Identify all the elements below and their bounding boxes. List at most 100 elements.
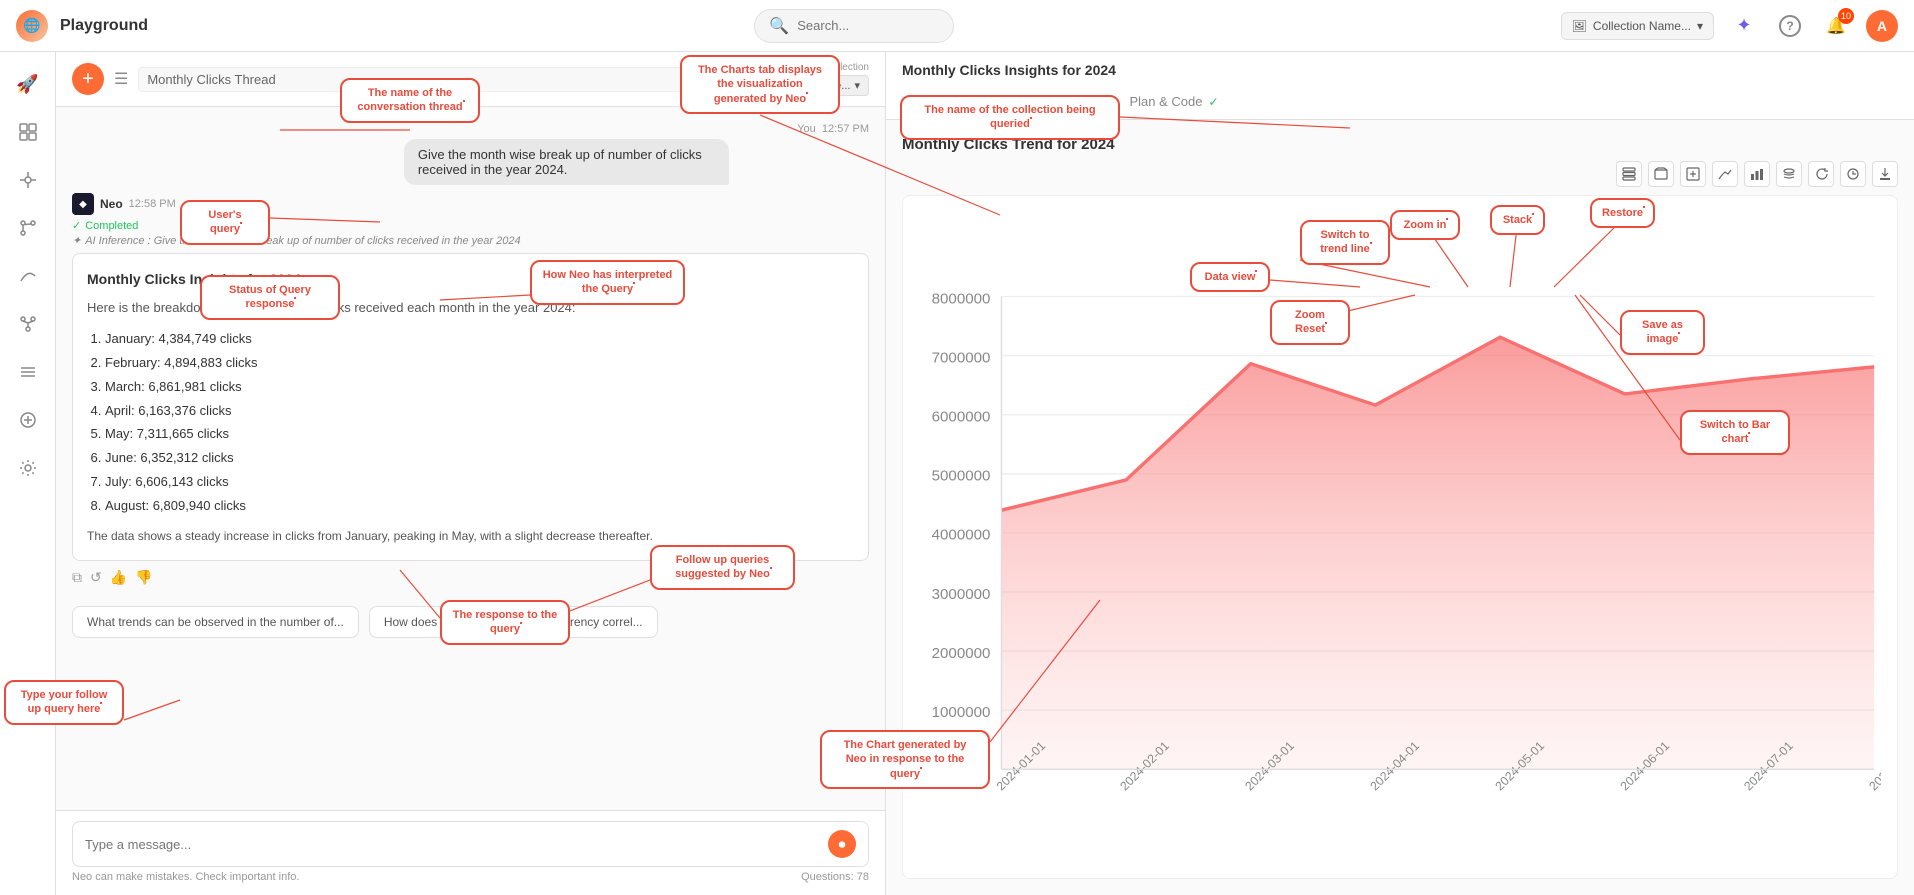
tab-plan-code[interactable]: Plan & Code ✓ [1110,86,1239,119]
svg-text:8000000: 8000000 [932,290,991,307]
svg-text:6000000: 6000000 [932,409,991,426]
bar-chart-button[interactable] [1744,161,1770,187]
tab-charts[interactable]: Charts ✓ [902,86,996,119]
collection-name-tag[interactable]: Collection Name... ▾ [752,75,869,96]
response-title: Monthly Clicks Insights for 2024 [87,268,854,290]
status-completed: ✓ Completed [72,219,869,232]
response-list: January: 4,384,749 clicks February: 4,89… [87,329,854,516]
user-avatar[interactable]: A [1866,10,1898,42]
suggestion-chip-1[interactable]: What trends can be observed in the numbe… [72,606,359,638]
chart-content: Monthly Clicks Trend for 2024 [886,120,1914,895]
list-item: August: 6,809,940 clicks [105,496,854,517]
chevron-down-icon: ▾ [1697,19,1703,33]
list-item: July: 6,606,143 clicks [105,472,854,493]
save-image-button[interactable] [1872,161,1898,187]
chevron-down-icon: ▾ [854,79,860,92]
response-summary: The data shows a steady increase in clic… [87,527,854,546]
svg-text:3000000: 3000000 [932,586,991,603]
chart-panel: Monthly Clicks Insights for 2024 Charts … [886,52,1914,895]
top-header: 🌐 Playground 🔍 🖼 Collection Name... ▾ ✦ … [0,0,1914,52]
search-input[interactable] [797,18,937,33]
list-item: January: 4,384,749 clicks [105,329,854,350]
refresh-button[interactable]: ↺ [90,569,102,586]
list-item: April: 6,163,376 clicks [105,401,854,422]
header-collection-selector[interactable]: 🖼 Collection Name... ▾ [1561,12,1714,40]
list-item: May: 7,311,665 clicks [105,424,854,445]
collection-icon: 🖼 [1572,19,1587,33]
main-layout: + ☰ Monthly Clicks Thread Switch Collect… [56,52,1914,895]
user-meta: You 12:57 PM [404,123,869,135]
check-icon: ✓ [72,219,81,232]
sidebar-item-fork[interactable] [8,304,48,344]
sidebar-item-list[interactable] [8,352,48,392]
tab-raw-data[interactable]: Raw Data ✓ [996,86,1109,119]
chart-toolbar [902,161,1898,187]
chat-messages: You 12:57 PM Give the month wise break u… [56,107,885,810]
app-title: Playground [60,17,148,35]
sidebar-item-plus-circle[interactable] [8,400,48,440]
sparkle-icon: ✦ [72,234,81,247]
user-message-bubble: Give the month wise break up of number o… [404,139,730,185]
help-button[interactable]: ? [1774,10,1806,42]
svg-text:4000000: 4000000 [932,527,991,544]
chat-footer: Neo can make mistakes. Check important i… [72,867,869,887]
notification-button[interactable]: 🔔 10 [1820,10,1852,42]
chart-panel-header: Monthly Clicks Insights for 2024 Charts … [886,52,1914,120]
chat-input[interactable] [85,837,820,852]
svg-text:2000000: 2000000 [932,645,991,662]
neo-message-row: ◆ Neo 12:58 PM ✓ Completed ✦ AI Inferenc… [72,193,869,586]
chart-tabs: Charts ✓ Raw Data ✓ Plan & Code ✓ [902,86,1898,119]
chart-svg: 8000000 7000000 6000000 5000000 4000000 … [919,212,1881,862]
header-right: 🖼 Collection Name... ▾ ✦ ? 🔔 10 A [1561,10,1898,42]
neo-avatar: ◆ [72,193,94,215]
zoom-reset-button[interactable] [1808,161,1834,187]
switch-collection-label: Switch Collection [793,62,869,73]
copy-button[interactable]: ⧉ [72,569,82,586]
chart-panel-title: Monthly Clicks Insights for 2024 [902,62,1898,78]
send-button[interactable]: ⏺ [828,830,856,858]
check-icon: ✓ [1079,95,1089,109]
screenshot-button[interactable] [1648,161,1674,187]
sidebar-item-rocket[interactable]: 🚀 [8,64,48,104]
notif-badge: 10 [1838,8,1854,24]
suggestions-row: What trends can be observed in the numbe… [72,598,869,646]
svg-text:5000000: 5000000 [932,468,991,485]
message-actions: ⧉ ↺ 👍 👎 [72,569,869,586]
search-icon: 🔍 [769,16,789,36]
add-conversation-button[interactable]: + [72,63,104,95]
response-subtitle: Here is the breakdown of the number of c… [87,298,854,319]
collection-right: Switch Collection Collection Name... ▾ [752,62,869,96]
thread-name: Monthly Clicks Thread [138,67,741,92]
sidebar-item-hub[interactable] [8,160,48,200]
trend-line-button[interactable] [1712,161,1738,187]
svg-text:1000000: 1000000 [932,704,991,721]
restore-button[interactable] [1840,161,1866,187]
thumbs-down-button[interactable]: 👎 [135,569,152,586]
data-view-button[interactable] [1616,161,1642,187]
user-message-container: You 12:57 PM Give the month wise break u… [404,123,869,185]
suggestion-chip-2[interactable]: How does the spending in local currency … [369,606,658,638]
thumbs-up-button[interactable]: 👍 [110,569,127,586]
neo-response-box: Monthly Clicks Insights for 2024 Here is… [72,253,869,561]
sparkle-button[interactable]: ✦ [1728,10,1760,42]
chat-panel: + ☰ Monthly Clicks Thread Switch Collect… [56,52,886,895]
sidebar-item-curve[interactable] [8,256,48,296]
stack-button[interactable] [1776,161,1802,187]
menu-icon[interactable]: ☰ [114,69,128,89]
check-icon: ✓ [1209,95,1219,109]
sidebar-item-settings[interactable] [8,448,48,488]
check-icon: ✓ [966,95,976,109]
list-item: February: 4,894,883 clicks [105,353,854,374]
sidebar-item-grid[interactable] [8,112,48,152]
chart-inner-title: Monthly Clicks Trend for 2024 [902,136,1898,153]
header-left: 🌐 Playground [16,10,148,42]
app-logo: 🌐 [16,10,48,42]
chart-area: 8000000 7000000 6000000 5000000 4000000 … [902,195,1898,879]
chat-header: + ☰ Monthly Clicks Thread Switch Collect… [56,52,885,107]
sidebar-item-branch[interactable] [8,208,48,248]
search-bar[interactable]: 🔍 [754,9,954,43]
neo-meta: ◆ Neo 12:58 PM [72,193,869,215]
svg-text:0: 0 [982,763,990,780]
zoom-in-button[interactable] [1680,161,1706,187]
ai-inference: ✦ AI Inference : Give the month wise bre… [72,234,869,247]
